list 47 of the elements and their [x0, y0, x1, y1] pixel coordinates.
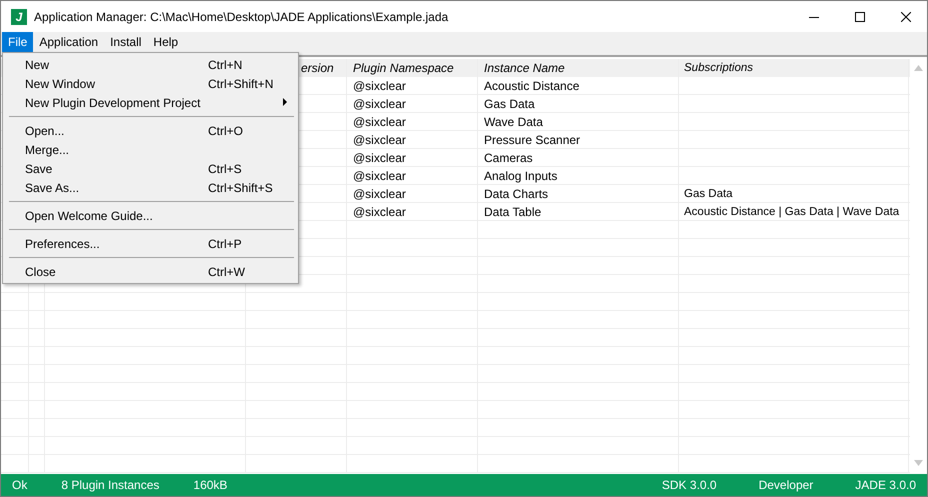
- maximize-icon[interactable]: [855, 12, 865, 22]
- status-text: SDK 3.0.0: [660, 478, 718, 492]
- table-cell: Pressure Scanner: [484, 132, 580, 146]
- close-icon[interactable]: [901, 12, 911, 22]
- table-cell: Gas Data: [684, 188, 733, 200]
- column-header[interactable]: Instance Name: [484, 61, 565, 75]
- table-cell: Wave Data: [484, 114, 543, 128]
- status-text: Developer: [758, 478, 814, 492]
- table-cell: Data Charts: [484, 186, 548, 200]
- menu-option[interactable]: Merge...: [5, 140, 296, 159]
- menu-option[interactable]: Open... Ctrl+O: [5, 121, 296, 140]
- table-cell: @sixclear: [353, 150, 406, 164]
- table-cell: @sixclear: [353, 96, 406, 110]
- menu-item[interactable]: Help: [147, 32, 184, 52]
- column-header[interactable]: ersion: [301, 61, 334, 75]
- status-text: Ok: [11, 478, 28, 492]
- table-cell: Acoustic Distance | Gas Data | Wave Data: [684, 206, 900, 218]
- menu-item[interactable]: Application: [33, 32, 104, 52]
- status-text: JADE 3.0.0: [854, 478, 917, 492]
- submenu-arrow-icon: [283, 98, 287, 106]
- table-cell: @sixclear: [353, 186, 406, 200]
- status-text: 8 Plugin Instances: [60, 478, 160, 492]
- menu-item[interactable]: Install: [104, 32, 148, 52]
- menu-option[interactable]: Preferences... Ctrl+P: [5, 234, 296, 253]
- menu-option[interactable]: Save Ctrl+S: [5, 159, 296, 178]
- status-text: 160kB: [192, 478, 228, 492]
- column-header[interactable]: Plugin Namespace: [353, 61, 454, 75]
- table-cell: Data Table: [484, 204, 542, 218]
- menu-option[interactable]: New Plugin Development Project: [5, 93, 296, 112]
- menu-option[interactable]: Open Welcome Guide...: [5, 206, 296, 225]
- table-cell: @sixclear: [353, 78, 406, 92]
- menu-option[interactable]: Save As... Ctrl+Shift+S: [5, 178, 296, 197]
- column-header[interactable]: Subscriptions: [684, 62, 754, 74]
- menu-option[interactable]: Close Ctrl+W: [5, 262, 296, 281]
- table-cell: Gas Data: [484, 96, 535, 110]
- menu-option[interactable]: New Ctrl+N: [5, 55, 296, 74]
- table-cell: @sixclear: [353, 114, 406, 128]
- table-cell: @sixclear: [353, 204, 406, 218]
- table-cell: Cameras: [484, 150, 533, 164]
- table-cell: @sixclear: [353, 168, 406, 182]
- table-cell: @sixclear: [353, 132, 406, 146]
- menu-option[interactable]: New Window Ctrl+Shift+N: [5, 74, 296, 93]
- menu-item[interactable]: File: [2, 32, 34, 52]
- table-cell: Acoustic Distance: [484, 78, 580, 92]
- window-title: Application Manager: C:\Mac\Home\Desktop\JADE Applications\Example.jada: [34, 10, 450, 24]
- table-cell: Analog Inputs: [484, 168, 558, 182]
- app-logo-icon: J: [11, 8, 27, 24]
